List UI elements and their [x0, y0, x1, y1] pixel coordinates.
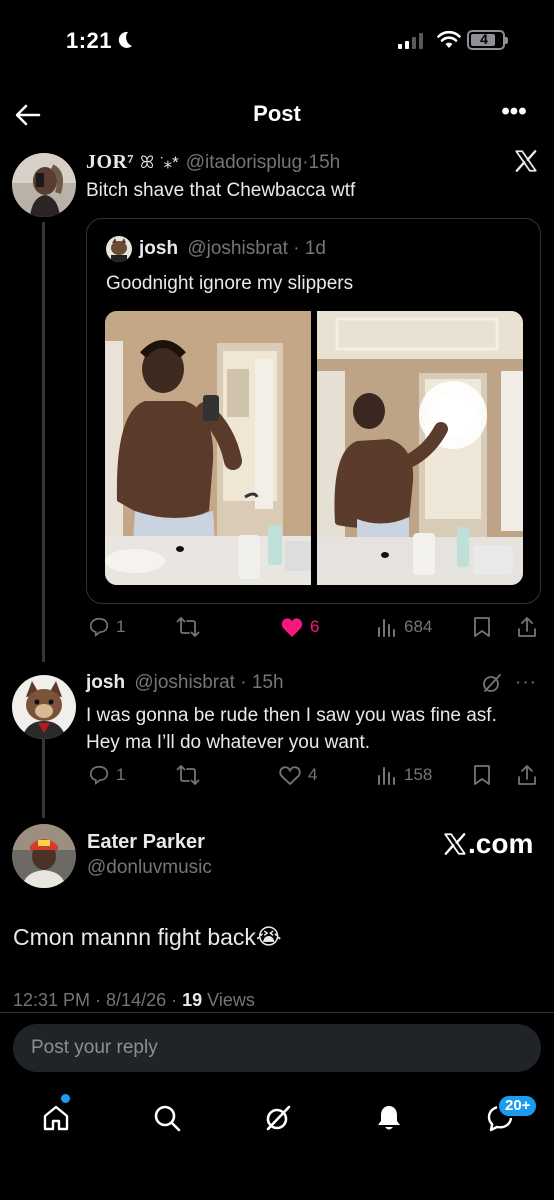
quote-photo-2[interactable]	[317, 311, 523, 585]
views-chart-icon	[378, 767, 395, 785]
reply-button[interactable]: 1	[88, 616, 125, 638]
repost-icon	[176, 765, 200, 785]
xcom-badge-text: .com	[468, 828, 534, 859]
avatar-itadorisplug[interactable]	[12, 153, 76, 217]
post-text: Bitch shave that Chewbacca wtf	[86, 180, 356, 201]
display-name[interactable]: josh	[86, 672, 125, 693]
reply-header: josh @joshisbrat · 15h	[86, 672, 284, 693]
avatar-joshisbrat[interactable]	[12, 675, 76, 739]
author-display-name[interactable]: Eater Parker	[87, 831, 205, 854]
timestamp: 15h	[308, 152, 341, 173]
battery-level: 4	[480, 31, 488, 47]
x-logo-icon	[513, 148, 539, 174]
more-options-button[interactable]: ···	[515, 672, 537, 694]
like-button[interactable]: 4	[278, 764, 317, 786]
post-date: 8/14/26	[106, 990, 167, 1010]
reply-button[interactable]: 1	[88, 764, 125, 786]
messages-badge: 20+	[497, 1094, 539, 1118]
handle[interactable]: @itadorisplug	[186, 152, 302, 174]
thread-line	[42, 222, 45, 662]
heart-filled-icon	[281, 618, 303, 637]
post-time: 12:31 PM	[13, 990, 91, 1010]
nav-grok[interactable]	[258, 1098, 298, 1138]
home-icon	[43, 1105, 69, 1131]
bookmark-icon	[474, 765, 490, 785]
repost-button[interactable]	[176, 764, 200, 786]
like-count: 4	[308, 765, 318, 784]
reply-icon	[89, 617, 109, 637]
timestamp: 15h	[251, 672, 284, 693]
reply-count: 1	[116, 617, 126, 636]
quote-timestamp: 1d	[304, 238, 326, 259]
quote-text: Goodnight ignore my slippers	[106, 273, 354, 294]
battery-icon: 4	[467, 30, 508, 50]
reply-icon	[89, 765, 109, 785]
share-button[interactable]	[516, 616, 538, 638]
main-post-text: Cmon mannn fight back 😭	[13, 924, 282, 951]
bookmark-button[interactable]	[472, 616, 492, 638]
status-time: 1:21	[66, 28, 113, 53]
do-not-disturb-moon-icon	[116, 30, 134, 50]
wifi-icon	[437, 30, 461, 50]
notification-dot	[61, 1094, 70, 1103]
more-options-button[interactable]: •••	[498, 100, 530, 128]
views-count: 158	[404, 765, 433, 784]
bookmark-icon	[474, 617, 490, 637]
divider	[0, 1012, 554, 1013]
views-button[interactable]: 158	[376, 764, 432, 786]
nav-search[interactable]	[147, 1098, 187, 1138]
views-count: 684	[404, 617, 433, 636]
crying-emoji-icon: 😭	[255, 925, 282, 950]
xcom-badge: .com	[442, 828, 533, 860]
page-title: Post	[253, 101, 301, 126]
bell-icon	[378, 1106, 400, 1130]
views-count: 19	[182, 990, 203, 1010]
heart-icon	[279, 766, 301, 786]
reply-text: I was gonna be rude then I saw you was f…	[86, 705, 497, 753]
avatar-joshisbrat-small	[106, 236, 132, 262]
nav-notifications[interactable]	[369, 1098, 409, 1138]
share-icon	[518, 765, 536, 785]
repost-button[interactable]	[176, 616, 200, 638]
search-icon	[154, 1105, 181, 1132]
quote-header: josh @joshisbrat · 1d	[139, 238, 326, 259]
name-decoration: ꕤ ͘ ⁎*	[140, 153, 179, 172]
post-meta: 12:31 PM · 8/14/26 · 19 Views	[13, 990, 255, 1010]
share-button[interactable]	[516, 764, 538, 786]
quote-photo-1[interactable]	[105, 311, 311, 585]
grok-icon	[266, 1105, 291, 1131]
like-count: 6	[310, 617, 320, 636]
cellular-signal-icon	[398, 33, 426, 49]
author-handle[interactable]: @donluvmusic	[87, 857, 212, 879]
reply-count: 1	[116, 765, 126, 784]
reply-input[interactable]	[13, 1024, 541, 1072]
handle[interactable]: @joshisbrat	[134, 672, 235, 693]
quote-display-name: josh	[139, 238, 179, 259]
like-button[interactable]: 6	[280, 616, 319, 638]
quote-handle: @joshisbrat	[187, 238, 288, 259]
views-button[interactable]: 684	[376, 616, 432, 638]
x-logo-icon	[444, 833, 466, 855]
bookmark-button[interactable]	[472, 764, 492, 786]
views-chart-icon	[378, 619, 395, 637]
main-post-body: Cmon mannn fight back	[13, 924, 256, 950]
avatar-donluvmusic[interactable]	[12, 824, 76, 888]
views-label: Views	[207, 990, 255, 1010]
display-name[interactable]: JOR⁷	[86, 151, 134, 174]
grok-icon[interactable]	[481, 672, 503, 694]
post-header: JOR⁷ ꕤ ͘ ⁎* @itadorisplug · 15h	[86, 151, 341, 174]
repost-icon	[176, 617, 200, 637]
nav-home[interactable]	[36, 1098, 76, 1138]
share-icon	[518, 617, 536, 637]
